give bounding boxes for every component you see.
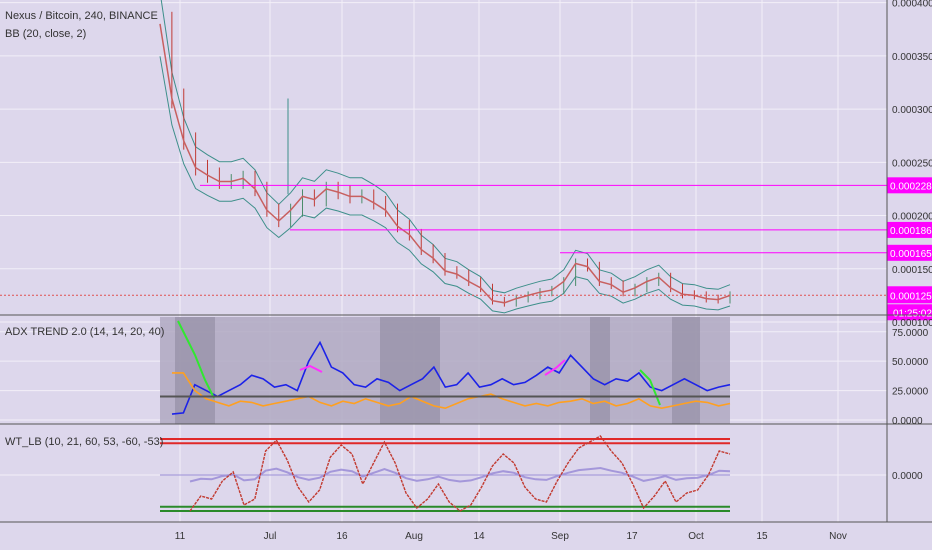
price-tick-label: 0.0004000	[892, 0, 932, 10]
price-tick-label: 0.0001500	[892, 265, 932, 276]
adx-tick-label: 0.0000	[892, 416, 923, 427]
chart-background	[0, 0, 932, 550]
adx-tick-label: 75.0000	[892, 328, 929, 339]
x-tick-label: 17	[626, 531, 638, 542]
level-badge-label[interactable]: 0.0001650	[890, 249, 932, 260]
current-price-label[interactable]: 0.0001251	[890, 291, 932, 302]
adx-shade-strip	[590, 317, 610, 424]
adx-shade-strip	[175, 317, 215, 424]
price-tick-label: 0.0003000	[892, 105, 932, 116]
level-badge-label[interactable]: 0.0002284	[890, 181, 932, 192]
adx-tick-label: 50.0000	[892, 357, 929, 368]
adx-tick-label: 25.0000	[892, 387, 929, 398]
x-tick-label: Jul	[264, 531, 277, 542]
x-tick-label: 11	[175, 531, 186, 542]
chart-canvas[interactable]: 0.00022840.00018650.00016500.000125101:2…	[0, 0, 932, 550]
wt-tick-label: 0.0000	[892, 471, 923, 482]
x-tick-label: 16	[336, 531, 348, 542]
price-tick-label: 0.0003500	[892, 52, 932, 63]
wt-indicator-label[interactable]: WT_LB (10, 21, 60, 53, -60, -53)	[5, 436, 163, 448]
x-tick-label: Nov	[829, 531, 847, 542]
level-badge-label[interactable]: 0.0001865	[890, 226, 932, 237]
price-tick-label: 0.0002000	[892, 212, 932, 223]
symbol-title[interactable]: Nexus / Bitcoin, 240, BINANCE	[5, 10, 158, 22]
adx-shade-strip	[672, 317, 700, 424]
x-tick-label: Oct	[688, 531, 704, 542]
x-tick-label: Aug	[405, 531, 423, 542]
bb-indicator-label[interactable]: BB (20, close, 2)	[5, 28, 86, 40]
x-tick-label: 14	[473, 531, 485, 542]
x-tick-label: Sep	[551, 531, 569, 542]
adx-indicator-label[interactable]: ADX TREND 2.0 (14, 14, 20, 40)	[5, 326, 164, 338]
x-tick-label: 15	[756, 531, 768, 542]
price-tick-label: 0.0002500	[892, 158, 932, 169]
